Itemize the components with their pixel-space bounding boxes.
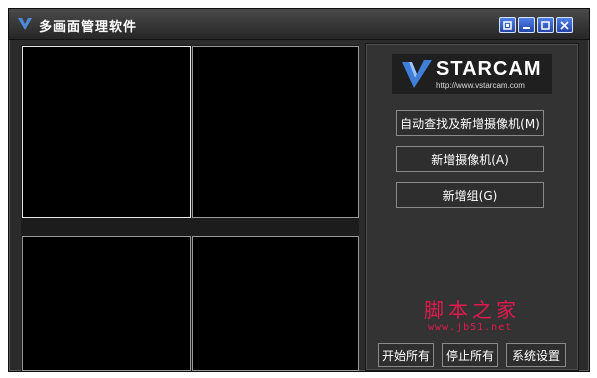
brand-name: STARCAM bbox=[436, 58, 542, 80]
video-grid bbox=[21, 45, 359, 371]
vstarcam-logo-icon bbox=[402, 60, 432, 88]
maximize-icon[interactable] bbox=[537, 17, 554, 33]
title-bar[interactable]: 多画面管理软件 bbox=[9, 9, 589, 40]
watermark: 脚本之家 www.jb51.net bbox=[400, 294, 560, 334]
add-camera-button[interactable]: 新增摄像机(A) bbox=[396, 146, 544, 172]
add-group-button[interactable]: 新增组(G) bbox=[396, 182, 544, 208]
minimize-icon[interactable] bbox=[518, 17, 535, 33]
video-pane-2[interactable] bbox=[192, 46, 359, 218]
app-logo-icon bbox=[17, 16, 33, 32]
stop-all-button[interactable]: 停止所有 bbox=[442, 343, 498, 367]
brand-logo: STARCAM http://www.vstarcam.com bbox=[392, 54, 552, 94]
video-pane-3[interactable] bbox=[22, 236, 191, 371]
watermark-url: www.jb51.net bbox=[428, 322, 513, 333]
auto-find-add-camera-button[interactable]: 自动查找及新增摄像机(M) bbox=[396, 110, 544, 136]
restore-icon[interactable] bbox=[499, 17, 516, 33]
window-title: 多画面管理软件 bbox=[39, 20, 138, 35]
video-pane-4[interactable] bbox=[192, 236, 359, 371]
brand-url: http://www.vstarcam.com bbox=[436, 81, 525, 90]
close-icon[interactable] bbox=[556, 17, 573, 33]
system-settings-button[interactable]: 系统设置 bbox=[506, 343, 566, 367]
watermark-text: 脚本之家 bbox=[424, 298, 520, 322]
start-all-button[interactable]: 开始所有 bbox=[378, 343, 434, 367]
video-pane-1[interactable] bbox=[22, 46, 191, 218]
